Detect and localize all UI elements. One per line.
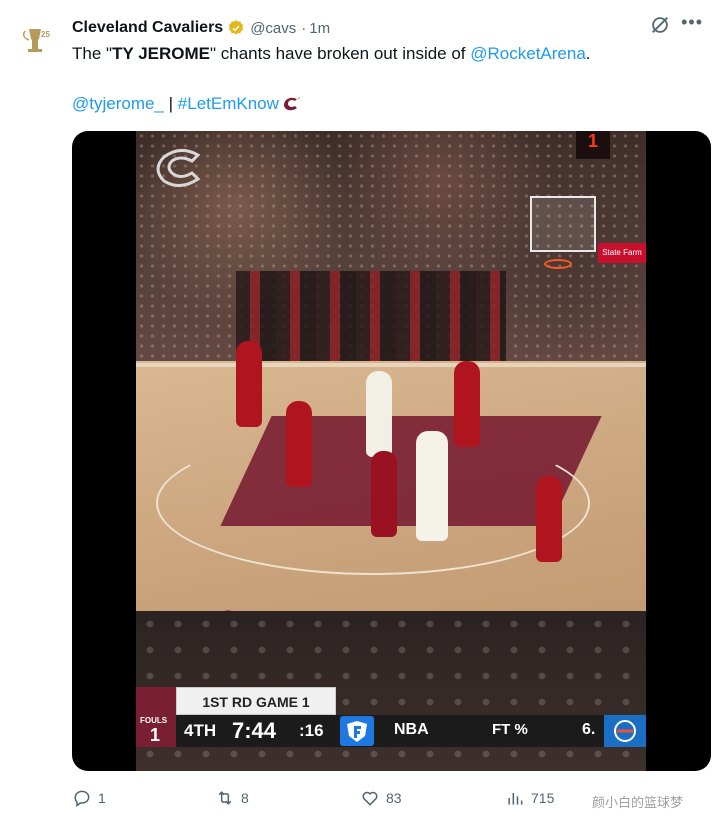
avatar[interactable]: 25: [16, 20, 56, 60]
fouls-label: FOULS: [140, 716, 168, 725]
player-ty-jerome: [416, 431, 448, 541]
grok-icon[interactable]: [649, 14, 671, 36]
player-heat-4: [454, 361, 480, 447]
series-label: 1ST RD GAME 1: [176, 687, 336, 715]
arena-clock: 1: [576, 131, 610, 159]
heart-icon: [362, 791, 378, 806]
court-baseline: [136, 363, 646, 367]
player-heat-2: [286, 401, 312, 487]
reply-button[interactable]: 1: [72, 788, 106, 808]
backboard: [530, 196, 596, 252]
player-cavs-1: [366, 371, 392, 457]
fouls-value: 1: [150, 725, 161, 745]
author-name[interactable]: Cleveland Cavaliers: [72, 19, 223, 37]
scoreboard-bottom: FOULS 1 4TH 7:44 :16 NBA FT % 6.: [136, 715, 646, 747]
pipe-separator: |: [163, 94, 178, 113]
tweet-header: Cleveland Cavaliers @cavs · 1m: [72, 16, 703, 40]
mention-rocket-arena[interactable]: @RocketArena: [470, 44, 586, 63]
scoreboard-team-color: [136, 687, 176, 715]
stat-value: 6.: [582, 721, 596, 738]
more-options-icon[interactable]: •••: [681, 12, 703, 33]
views-button[interactable]: 715: [505, 788, 554, 808]
repost-button[interactable]: 8: [215, 788, 249, 808]
text-middle: " chants have broken out inside of: [210, 44, 471, 63]
league-label: NBA: [394, 721, 429, 738]
scoreboard-top: 1ST RD GAME 1: [136, 687, 646, 715]
text-suffix: .: [585, 44, 591, 63]
video-frame[interactable]: 1 State Farm Arena 1ST RD GAME 1 FOUL: [136, 131, 646, 771]
view-count: 715: [531, 790, 555, 806]
cavs-anniversary-logo-icon: 25: [22, 29, 50, 52]
player-heat-5: [536, 476, 562, 562]
quarter: 4TH: [184, 721, 217, 740]
sponsor-sign: State Farm: [598, 243, 646, 263]
views-chart-icon: [508, 793, 523, 805]
video-player[interactable]: 1 State Farm Arena 1ST RD GAME 1 FOUL: [72, 131, 711, 771]
svg-text:25: 25: [41, 30, 50, 39]
scoreboard: 1ST RD GAME 1 FOULS 1 4TH 7:44 :16 NBA F…: [136, 687, 646, 747]
player-heat-3: [371, 451, 397, 537]
stat-label: FT %: [492, 721, 528, 738]
hoop-rim: [544, 259, 572, 269]
fanduel-logo-icon: [340, 716, 374, 746]
tweet-text: The "TY JEROME" chants have broken out i…: [72, 42, 692, 66]
repost-count: 8: [241, 790, 249, 806]
timestamp[interactable]: 1m: [309, 20, 330, 37]
hashtag-letemknow[interactable]: #LetEmKnow: [178, 92, 279, 116]
text-bold: TY JEROME: [112, 44, 210, 63]
text-prefix: The ": [72, 44, 113, 63]
author-handle[interactable]: @cavs: [250, 20, 296, 37]
cavs-court-logo-icon: [156, 149, 201, 187]
shot-clock: :16: [299, 721, 324, 740]
watermark-text: 颜小白的篮球梦: [592, 795, 684, 810]
cavs-c-emoji-icon: [283, 97, 300, 111]
like-count: 83: [386, 790, 402, 806]
mention-tyjerome[interactable]: @tyjerome_: [72, 92, 164, 116]
like-button[interactable]: 83: [360, 788, 402, 808]
game-clock: 7:44: [232, 718, 277, 743]
okc-logo-icon: [604, 715, 646, 747]
reply-icon: [74, 790, 90, 807]
tweet-tags-line: @tyjerome_ | #LetEmKnow: [72, 92, 301, 116]
verified-gold-badge-icon[interactable]: [227, 19, 245, 37]
repost-icon: [218, 791, 232, 805]
bench-players: [236, 271, 506, 361]
player-heat-1: [236, 341, 262, 427]
dot-separator: ·: [301, 19, 307, 37]
team-fouls: FOULS 1: [136, 715, 176, 747]
reply-count: 1: [98, 790, 106, 806]
